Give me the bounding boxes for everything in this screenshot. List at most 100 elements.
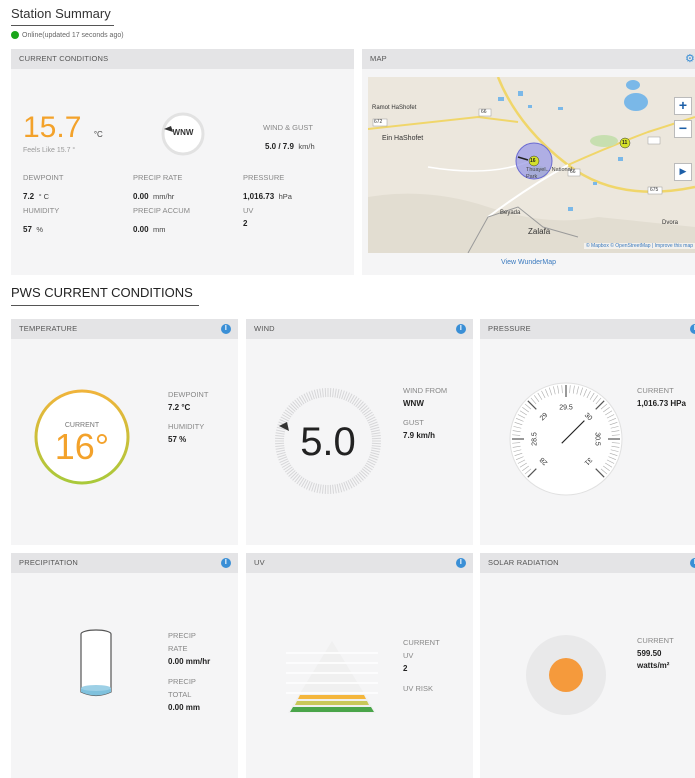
pressure-current-label: CURRENT xyxy=(637,386,674,395)
precipitation-header-title: PRECIPITATION xyxy=(19,558,78,567)
map-attribution[interactable]: © Mapbox © OpenStreetMap | Improve this … xyxy=(583,243,695,249)
info-icon[interactable]: i xyxy=(690,324,695,334)
play-button[interactable]: ▶ xyxy=(674,163,692,181)
info-icon[interactable]: i xyxy=(221,558,231,568)
wind-from-value: WNW xyxy=(403,399,424,408)
precipitation-tile: PRECIPITATION i PRECIP RATE 0.00 mm/hr P… xyxy=(11,553,238,778)
precip-total-label-1: PRECIP xyxy=(168,677,196,686)
map-label-zalafa: Zalafa xyxy=(528,227,551,236)
dewpoint: 7.2 ° C xyxy=(23,186,49,204)
map-label-ein: Ein HaShofet xyxy=(382,135,424,142)
wind-gust-tile-value: 7.9 km/h xyxy=(403,431,436,440)
wind-speed-value: 5.0 xyxy=(300,420,356,464)
gear-icon[interactable]: ⚙ xyxy=(685,52,695,65)
solar-radiation-header-title: SOLAR RADIATION xyxy=(488,558,559,567)
map-header-title: MAP xyxy=(370,54,387,63)
wind-dir-text: WNW xyxy=(172,128,194,137)
wind-header-title: WIND xyxy=(254,324,275,333)
dewpoint-label: DEWPOINT xyxy=(23,173,64,182)
temperature-humidity-value: 57 % xyxy=(168,435,187,444)
rain-gauge-icon xyxy=(79,629,113,699)
map-road-675: 675 xyxy=(650,187,659,193)
uv-current-label-2: UV xyxy=(403,651,414,660)
precip-rate-label-1: PRECIP xyxy=(168,631,196,640)
humidity-label: HUMIDITY xyxy=(23,206,60,215)
pressure-tick-label: 29.5 xyxy=(559,405,573,412)
precip-accum: 0.00 mm xyxy=(133,219,166,237)
temperature-tile: TEMPERATURE i CURRENT 16° DEWPOINT 7.2 °… xyxy=(11,319,238,545)
precip-accum-label: PRECIP ACCUM xyxy=(133,206,190,215)
sun-icon xyxy=(525,634,607,716)
precip-rate-tile-value: 0.00 mm/hr xyxy=(168,657,211,666)
map-pin-16[interactable]: 16 xyxy=(530,158,536,164)
pressure-gauge-dial: 2828.52929.53030.531 xyxy=(509,382,623,496)
temperature-gauge: CURRENT 16° xyxy=(33,388,131,486)
dewpoint-unit: ° C xyxy=(38,192,50,201)
solar-current-unit: watts/m² xyxy=(637,661,670,670)
uv-header: UV i xyxy=(246,553,473,573)
wind-compass: 5.0 xyxy=(273,386,383,496)
map-label-park: Thuayel... National Park xyxy=(526,167,572,180)
map-road-672: 672 xyxy=(374,119,383,125)
pressure-tick-label: 28.5 xyxy=(532,432,539,446)
status-row: Online(updated 17 seconds ago) xyxy=(11,31,124,39)
precip-rate-label: PRECIP RATE xyxy=(133,173,183,182)
precip-rate-unit: mm/hr xyxy=(153,192,175,201)
uv-tile: UV i CURRENT UV 2 UV RISK xyxy=(246,553,473,778)
current-conditions-card: CURRENT CONDITIONS 15.7 °C Feels Like 15… xyxy=(11,49,354,275)
uv-header-title: UV xyxy=(254,558,265,567)
uv-current-value: 2 xyxy=(403,664,408,673)
temperature-dewpoint-label: DEWPOINT xyxy=(168,390,209,399)
info-icon[interactable]: i xyxy=(690,558,695,568)
info-icon[interactable]: i xyxy=(456,558,466,568)
temperature-header-title: TEMPERATURE xyxy=(19,324,78,333)
precipitation-header: PRECIPITATION i xyxy=(11,553,238,573)
pressure: 1,016.73 hPa xyxy=(243,186,292,204)
map-card: MAP ⚙ Ramot HaShofet Ein HaShofet Thuaye… xyxy=(362,49,695,275)
zoom-in-button[interactable]: + xyxy=(674,97,692,115)
solar-current-value: 599.50 xyxy=(637,649,662,658)
map-view[interactable]: Ramot HaShofet Ein HaShofet Thuayel... N… xyxy=(368,77,695,253)
pressure-tick-label: 30.5 xyxy=(594,432,601,446)
humidity: 57 % xyxy=(23,219,43,237)
current-temp-unit: °C xyxy=(93,130,103,139)
pressure-tile: PRESSURE i 2828.52929.53030.531 CURRENT … xyxy=(480,319,695,545)
info-icon[interactable]: i xyxy=(456,324,466,334)
feels-like: Feels Like 15.7 ° xyxy=(23,147,76,154)
precip-total-value: 0.00 mm xyxy=(168,703,201,712)
temperature-value: 16° xyxy=(54,426,110,467)
info-icon[interactable]: i xyxy=(221,324,231,334)
map-road-66: 66 xyxy=(481,109,487,115)
wind-gust-unit: km/h xyxy=(298,142,315,151)
online-status-icon xyxy=(11,31,19,39)
map-label-dvora: Dvora xyxy=(662,220,679,226)
uv-risk-label: UV RISK xyxy=(403,684,434,693)
view-wundermap-link[interactable]: View WunderMap xyxy=(362,259,695,266)
temperature-header: TEMPERATURE i xyxy=(11,319,238,339)
precip-total-label-2: TOTAL xyxy=(168,690,192,699)
current-temp-value: 15.7 xyxy=(23,111,82,144)
solar-current-label: CURRENT xyxy=(637,636,674,645)
dewpoint-value: 7.2 xyxy=(23,192,35,201)
precip-rate-label-2: RATE xyxy=(168,644,188,653)
current-temp: 15.7 °C xyxy=(23,111,103,145)
zoom-out-button[interactable]: − xyxy=(674,120,692,138)
pressure-current-value: 1,016.73 HPa xyxy=(637,399,686,408)
wind-header: WIND i xyxy=(246,319,473,339)
humidity-value: 57 xyxy=(23,225,32,234)
temperature-humidity-label: HUMIDITY xyxy=(168,422,205,431)
humidity-unit: % xyxy=(36,225,44,234)
map-pin-11[interactable]: 11 xyxy=(622,140,627,146)
temperature-dewpoint-value: 7.2 °C xyxy=(168,403,191,412)
wind-gust-label: WIND & GUST xyxy=(263,123,313,132)
pressure-value: 1,016.73 xyxy=(243,192,275,201)
pws-title: PWS CURRENT CONDITIONS xyxy=(11,285,193,300)
precip-accum-value: 0.00 xyxy=(133,225,149,234)
precip-rate: 0.00 mm/hr xyxy=(133,186,174,204)
uv-label: UV xyxy=(243,206,254,215)
wind-dial: WNW xyxy=(161,112,205,156)
station-summary-title: Station Summary xyxy=(11,6,111,21)
uv-value: 2 xyxy=(243,219,248,228)
uv-pyramid-icon xyxy=(286,639,378,715)
status-text: Online(updated 17 seconds ago) xyxy=(22,31,124,39)
